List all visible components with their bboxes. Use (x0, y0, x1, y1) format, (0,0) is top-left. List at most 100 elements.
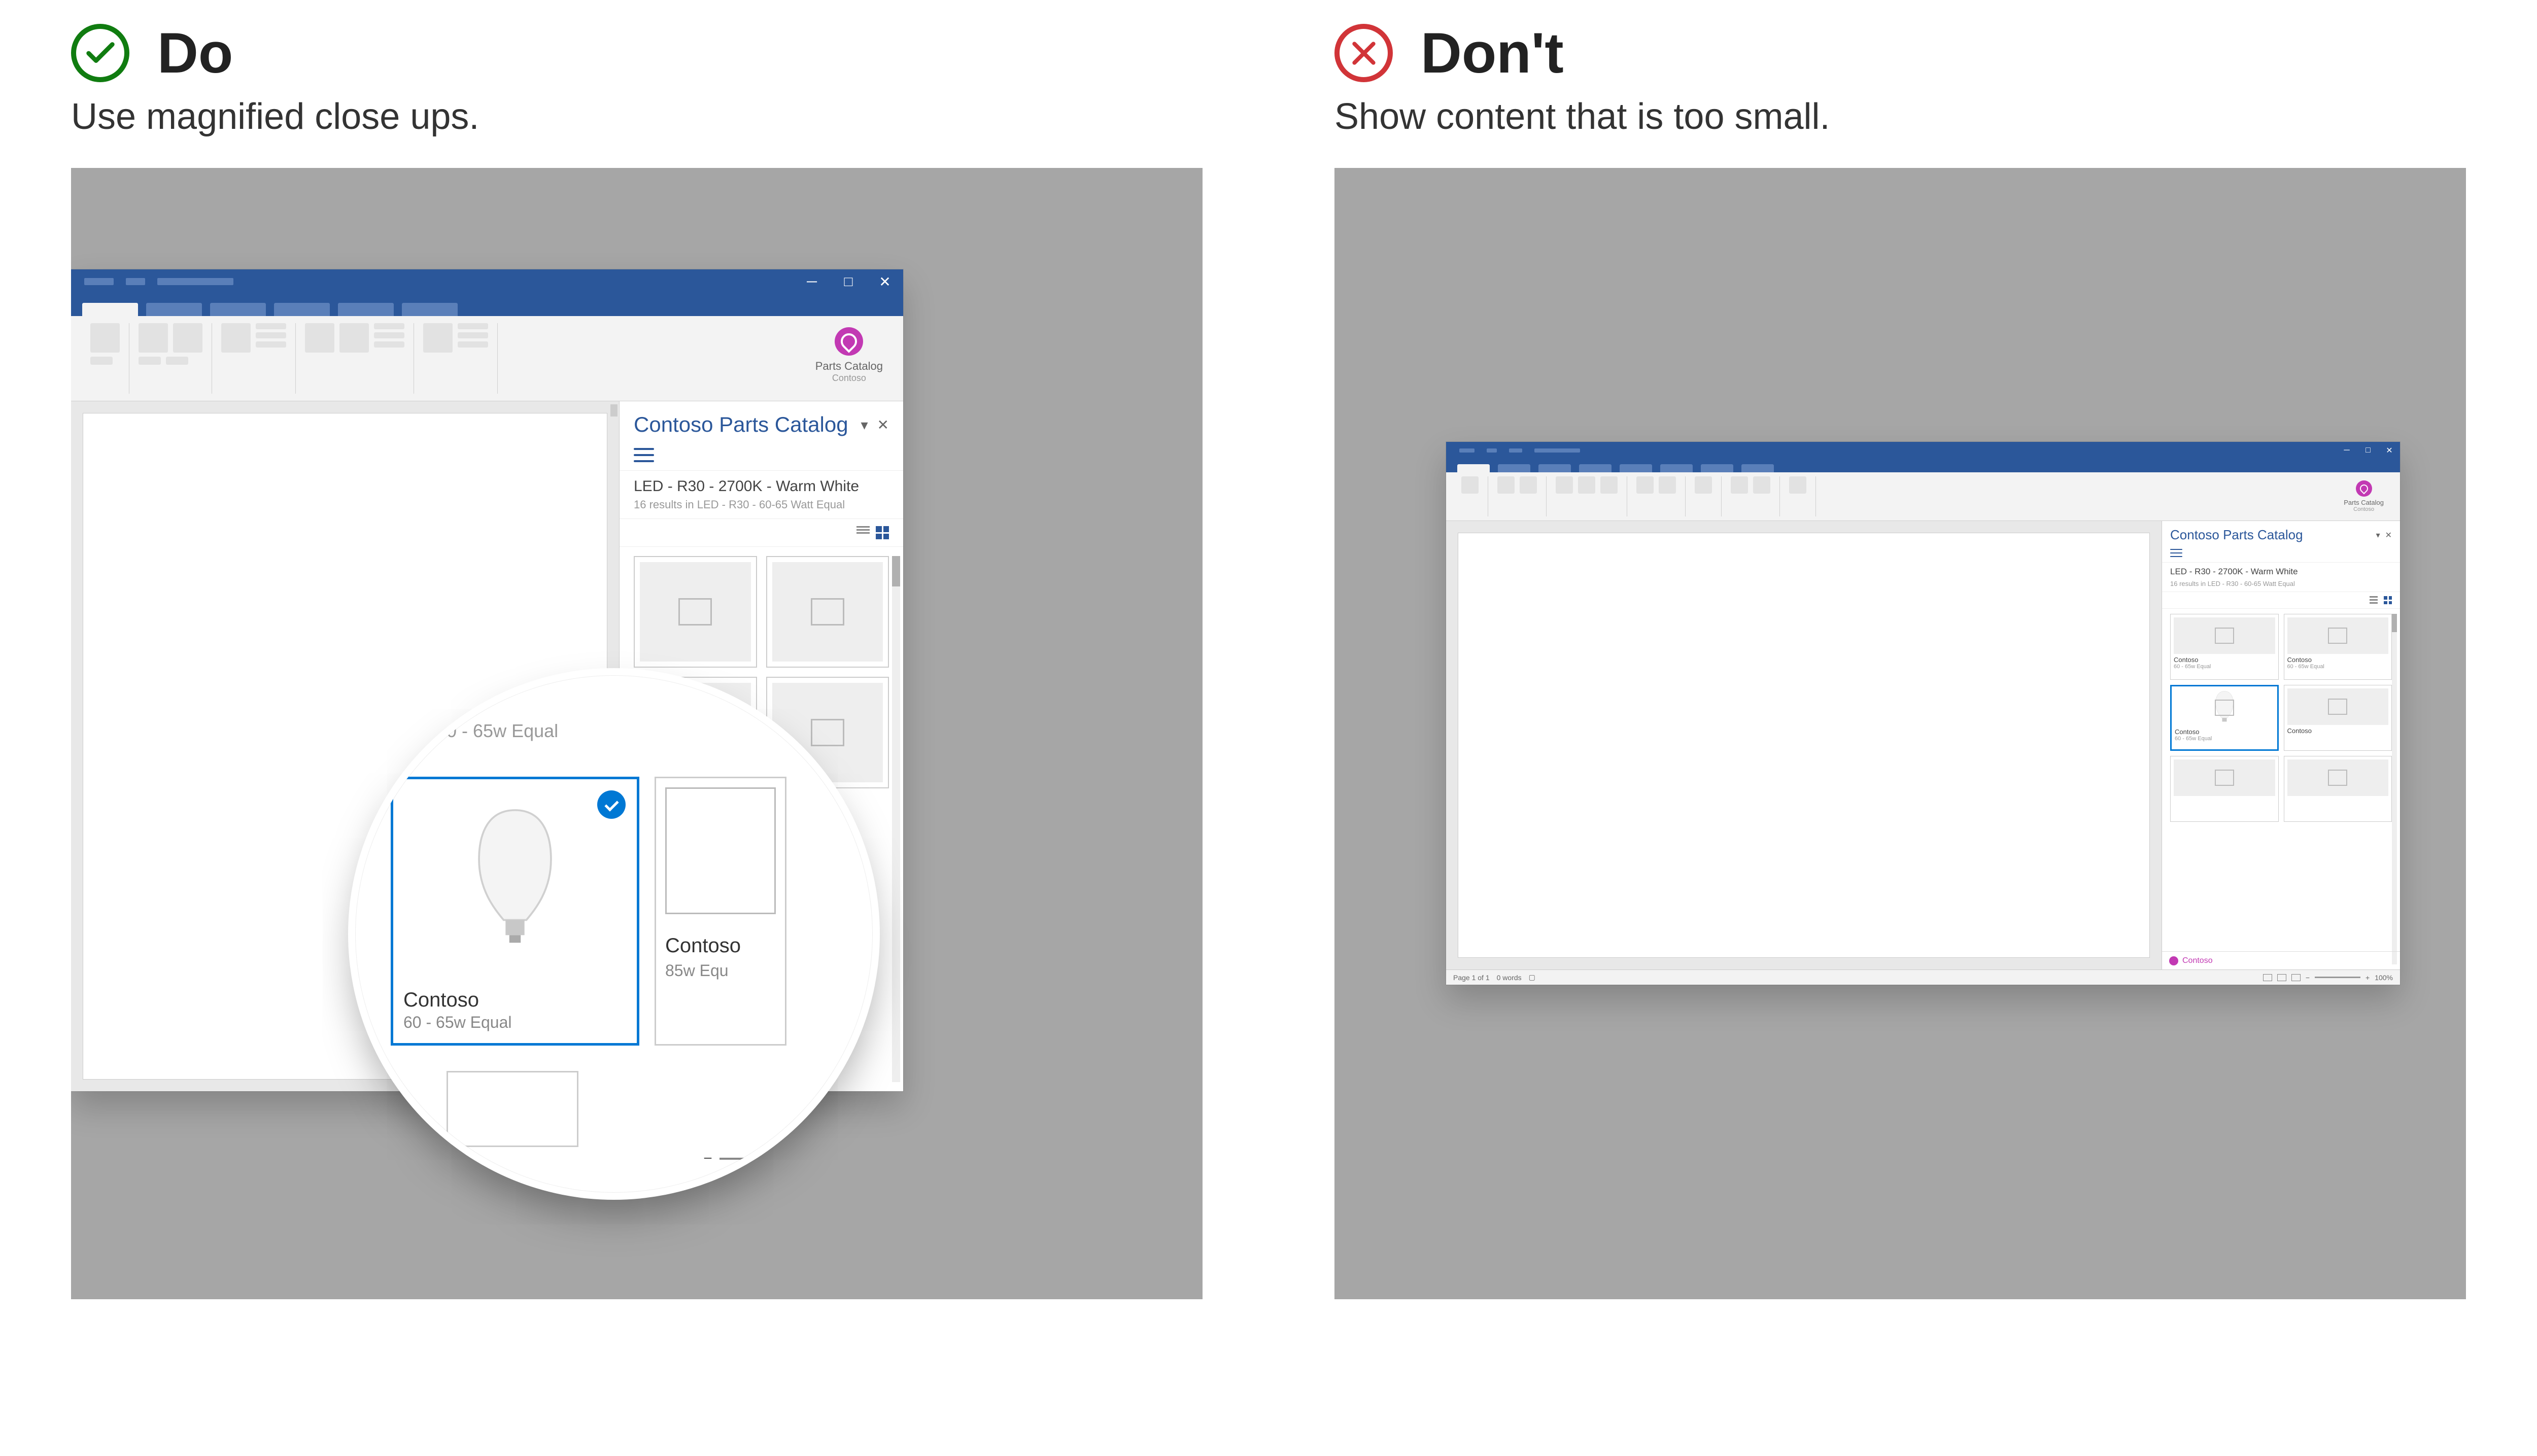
catalog-card[interactable]: Contoso 85w Equ (655, 777, 786, 1046)
image-placeholder-icon (665, 787, 776, 914)
pane-menu-button[interactable]: ▾ (2376, 530, 2380, 540)
ribbon-tab[interactable] (274, 303, 330, 316)
do-badge-icon (71, 24, 129, 82)
addin-ribbon-button[interactable]: Parts Catalog Contoso (805, 323, 893, 394)
titlebar: ─ □ ✕ (1446, 442, 2400, 459)
zoom-out-icon[interactable]: − (703, 1150, 712, 1167)
ribbon-tab[interactable] (146, 303, 202, 316)
word-count: 0 words (1497, 974, 1522, 982)
magnifier-lens: itoso 60 - 65w Equal Contoso 60 - 65w Eq… (355, 675, 873, 1193)
selected-catalog-card[interactable]: Contoso 60 - 65w Equal (391, 777, 639, 1046)
zoom-in-icon[interactable]: + (2365, 974, 2370, 982)
zoom-in-icon[interactable]: + (798, 1150, 807, 1167)
selected-check-icon (597, 790, 626, 819)
ribbon-tab[interactable] (1741, 464, 1774, 472)
ribbon-tab[interactable] (1498, 464, 1530, 472)
catalog-card[interactable] (2170, 756, 2279, 822)
scroll-arrow-icon[interactable] (610, 404, 618, 417)
search-bar[interactable]: LED - R30 - 2700K - Warm White 16 result… (2162, 562, 2400, 592)
selected-catalog-card[interactable]: Contoso60 - 65w Equal (2170, 685, 2279, 751)
app-window: ─ □ ✕ (1446, 442, 2400, 985)
list-view-icon[interactable] (856, 526, 870, 539)
catalog-card[interactable] (2284, 756, 2392, 822)
ribbon-tab[interactable] (1620, 464, 1652, 472)
maximize-button[interactable]: □ (2357, 442, 2379, 459)
close-button[interactable]: ✕ (2379, 442, 2400, 459)
pane-scrollbar[interactable] (892, 556, 900, 1082)
card-sub: 60 - 65w Equal (403, 1013, 511, 1032)
card-name: Contoso (2175, 728, 2274, 736)
minimize-button[interactable]: ─ (794, 269, 830, 294)
ribbon-tab[interactable] (1538, 464, 1571, 472)
minimize-button[interactable]: ─ (2336, 442, 2357, 459)
dont-badge-icon (1334, 24, 1393, 82)
lightbulb-product-image (467, 803, 563, 945)
lightbulb-icon (835, 327, 863, 356)
ribbon-tab[interactable] (1579, 464, 1612, 472)
ribbon-tab[interactable] (1660, 464, 1693, 472)
pane-close-button[interactable]: ✕ (877, 417, 889, 433)
hamburger-icon[interactable] (2170, 549, 2182, 557)
do-example-stage: ─ □ ✕ Parts Ca (71, 168, 1203, 1299)
ribbon-tab[interactable] (1701, 464, 1733, 472)
zoom-value: 100% (813, 1150, 852, 1167)
catalog-card[interactable] (447, 1071, 578, 1147)
cropped-item-sub: 60 - 65w Equal (436, 720, 873, 742)
catalog-card[interactable] (766, 556, 889, 668)
pane-close-button[interactable]: ✕ (2385, 530, 2392, 540)
card-sub: 60 - 65w Equal (2175, 736, 2274, 742)
hamburger-icon[interactable] (634, 448, 654, 462)
ribbon-tabs (71, 294, 903, 316)
do-title: Do (157, 20, 233, 86)
page-indicator: Page 1 of 1 (1453, 974, 1490, 982)
zoom-slider[interactable] (2315, 977, 2360, 978)
dont-example-stage: ─ □ ✕ (1334, 168, 2466, 1299)
ribbon-tab[interactable] (210, 303, 266, 316)
view-mode-icon[interactable] (2291, 974, 2301, 981)
ribbon-tab[interactable] (1457, 464, 1490, 472)
task-pane: Contoso Parts Catalog ▾ ✕ LED - R30 - 270… (2162, 521, 2400, 969)
search-query: LED - R30 - 2700K - Warm White (634, 478, 889, 495)
view-mode-icon[interactable] (2263, 974, 2272, 981)
grid-view-icon[interactable] (2384, 596, 2392, 604)
maximize-button[interactable]: □ (830, 269, 867, 294)
search-results-count: 16 results in LED - R30 - 60-65 Watt Equ… (634, 498, 889, 511)
titlebar: ─ □ ✕ (71, 269, 903, 294)
zoom-value: 100% (2375, 974, 2393, 982)
search-bar[interactable]: LED - R30 - 2700K - Warm White 16 result… (620, 470, 903, 519)
pane-menu-button[interactable]: ▾ (861, 417, 868, 433)
view-mode-icon[interactable] (2277, 974, 2286, 981)
pane-scrollbar[interactable] (2392, 614, 2397, 964)
catalog-card[interactable]: Contoso60 - 65w Equal (2170, 614, 2279, 680)
card-name: Contoso (2174, 656, 2275, 664)
catalog-card[interactable] (634, 556, 757, 668)
list-view-icon[interactable] (2370, 596, 2378, 604)
ribbon-tab[interactable] (402, 303, 458, 316)
zoom-control[interactable]: − + 100% (703, 1150, 852, 1167)
catalog-card[interactable]: Contoso60 - 65w Equal (2284, 614, 2392, 680)
ribbon: Parts Catalog Contoso (71, 316, 903, 401)
do-subtitle: Use magnified close ups. (71, 96, 1203, 137)
search-results-count: 16 results in LED - R30 - 60-65 Watt Equ… (2170, 580, 2392, 587)
pane-title: Contoso Parts Catalog (2170, 527, 2303, 543)
card-name: Contoso (2287, 727, 2389, 735)
ribbon: Parts Catalog Contoso (1446, 472, 2400, 521)
addin-ribbon-button[interactable]: Parts Catalog Contoso (2334, 476, 2394, 516)
zoom-slider[interactable] (719, 1158, 791, 1160)
addin-publisher: Contoso (815, 373, 883, 384)
grid-view-icon[interactable] (876, 526, 889, 539)
ribbon-tab[interactable] (82, 303, 138, 316)
zoom-out-icon[interactable]: − (2306, 974, 2310, 982)
ribbon-tab[interactable] (338, 303, 394, 316)
lightbulb-icon (2356, 480, 2372, 497)
cropped-item-name: itoso (436, 698, 873, 720)
addin-publisher: Contoso (2344, 506, 2384, 512)
ribbon-tabs (1446, 459, 2400, 472)
document-page-area (1446, 521, 2162, 969)
footer-brand: Contoso (2182, 956, 2213, 965)
catalog-card[interactable]: Contoso (2284, 685, 2392, 751)
pane-title: Contoso Parts Catalog (634, 412, 848, 437)
close-button[interactable]: ✕ (867, 269, 903, 294)
search-query: LED - R30 - 2700K - Warm White (2170, 567, 2392, 577)
proofing-icon[interactable]: ▢ (1529, 973, 1535, 982)
